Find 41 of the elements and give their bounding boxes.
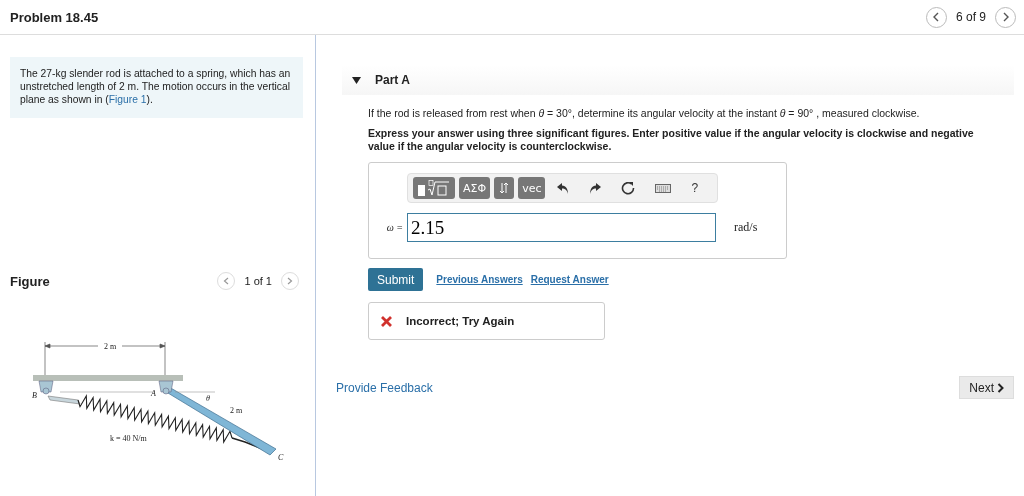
root-template-icon	[417, 180, 451, 196]
answer-link[interactable]: Previous Answers	[436, 274, 523, 285]
part-title[interactable]: Part A	[375, 73, 410, 87]
figure-label: θ	[206, 394, 210, 403]
page-counter: 6 of 9	[955, 10, 986, 24]
previous-button[interactable]	[925, 6, 947, 28]
answer-field[interactable]: 2.15	[407, 213, 716, 242]
problem-title: Problem 18.45	[10, 9, 99, 25]
figure-label: B	[32, 391, 37, 400]
chevron-left-icon	[223, 277, 230, 285]
next-button[interactable]: Next	[959, 376, 1014, 399]
chevron-right-icon	[1001, 12, 1010, 22]
variable-label: ω =	[385, 222, 404, 233]
feedback-link[interactable]: Provide Feedback	[336, 380, 433, 395]
figure-counter: 1 of 1	[244, 275, 272, 287]
question-text: If the rod is released from rest when θ = 30°, determine its angular velocity at the instant θ = 90° , measured clockwise.	[368, 107, 921, 119]
figure-label: C	[278, 453, 284, 462]
figure-heading: Figure	[10, 273, 50, 289]
symbol-button[interactable]: ΑΣΦ	[459, 177, 491, 199]
arrows-icon	[499, 182, 510, 194]
chevron-left-icon	[932, 12, 941, 22]
submit-button[interactable]: Submit	[368, 268, 424, 291]
template-button[interactable]	[413, 177, 455, 199]
subscript-button[interactable]	[494, 177, 515, 199]
help-button[interactable]: ?	[683, 181, 707, 195]
symbol-button[interactable]: vec	[518, 177, 546, 199]
figure-label: 2 m	[103, 342, 117, 351]
chevron-right-icon	[287, 277, 293, 285]
collapse-icon[interactable]	[352, 76, 361, 84]
chevron-right-icon	[997, 382, 1004, 393]
pin-support-drawing	[38, 380, 54, 395]
answer-link[interactable]: Request Answer	[530, 274, 609, 285]
instruction-text: Express your answer using three significant figures. Enter positive value if the angular velocity is clockwise and negative value if the angular velocity is counterclockwise.	[368, 127, 975, 153]
problem-text: The 27-kg slender rod is attached to a spring, which has an unstretched length of 2 m. The motion occurs in the vertical plane as shown in (Figure 1).	[20, 67, 292, 106]
link-drawing	[47, 395, 81, 405]
unit-label: rad/s	[734, 220, 758, 235]
figure-label: k = 40 N/m	[110, 434, 147, 443]
figure-label: 2 m	[230, 406, 243, 415]
figure-label: A	[151, 389, 156, 398]
feedback-text: Incorrect; Try Again	[406, 315, 515, 327]
pin-support-drawing	[158, 380, 174, 395]
